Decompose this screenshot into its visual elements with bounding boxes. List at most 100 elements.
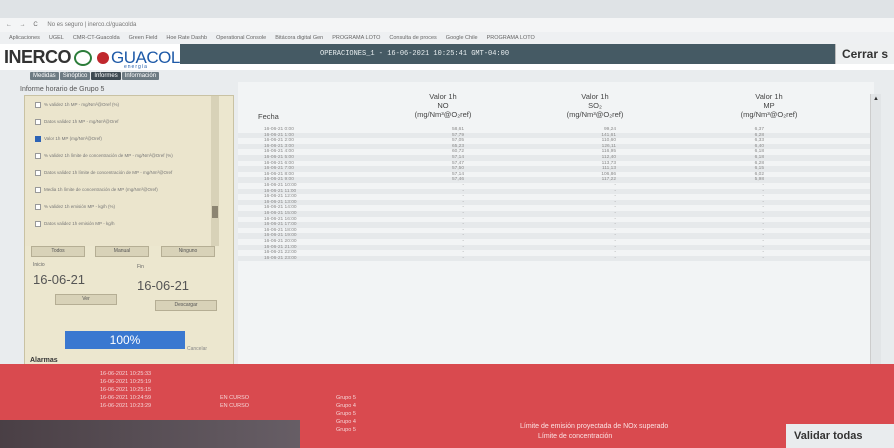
alarm-group: Grupo 4 [336, 403, 356, 409]
select-none-button[interactable]: Ninguno [161, 246, 215, 257]
bookmarks-bar: Aplicaciones UGEL CMR-CT-Guacolda Green Fie… [0, 32, 894, 44]
download-button[interactable]: Descargar [155, 300, 217, 311]
bookmark-item[interactable]: Bitácora digital Gen [275, 35, 323, 41]
status-line: OPERACIONES_1 - 16-06-2021 10:25:41 GMT-… [320, 50, 510, 58]
alarm-times: 16-06-2021 10:25:33 16-06-2021 10:25:19 16… [100, 370, 151, 410]
back-icon[interactable]: ← [6, 18, 12, 32]
cell-no: - [462, 255, 464, 261]
checklist-item-label: Datos validez 1h emisión MP - kg/h [44, 221, 115, 226]
start-date-label: Inicio [33, 262, 45, 268]
end-date-label: Fin [137, 264, 144, 270]
breadcrumb: Informe horario de Grupo 5 [20, 86, 105, 93]
checkbox-icon[interactable] [35, 203, 41, 210]
bookmark-item[interactable]: CMR-CT-Guacolda [73, 35, 120, 41]
checklist-item[interactable]: Datos validez 1h límite de concentración… [25, 164, 211, 181]
menu-informacion[interactable]: Información [121, 72, 160, 80]
select-all-button[interactable]: Todos [31, 246, 85, 257]
bookmark-item[interactable]: Operational Console [216, 35, 266, 41]
menu-medidas[interactable]: Medidas [30, 72, 59, 80]
browser-address-bar[interactable]: ← → C No es seguro | inerco.cl/guacolda [0, 18, 894, 32]
checklist-scrollbar[interactable] [211, 96, 219, 246]
checkbox-icon[interactable] [35, 220, 41, 227]
checklist-item-label: Media 1h límite de concentración de MP (… [44, 187, 158, 192]
checkbox-icon[interactable] [35, 101, 41, 108]
start-date-input[interactable]: 16-06-21 [33, 272, 85, 287]
reload-icon[interactable]: C [33, 18, 37, 32]
cell-so2: - [614, 255, 616, 261]
checklist-item-label: Valor 1h MP (mg/Nm³@Oref) [44, 136, 102, 141]
guacolda-dot-icon [97, 52, 110, 65]
checklist-item-label: Datos validez 1h límite de concentración… [44, 170, 173, 175]
checklist-item[interactable]: % validez 1h emisión MP - kg/h (%) [25, 198, 211, 215]
bookmark-item[interactable]: Hoe Rate Dashb [166, 35, 207, 41]
alarm-message-1: Límite de emisión proyectada de NOx supe… [520, 423, 669, 430]
screen: ← → C No es seguro | inerco.cl/guacolda … [0, 0, 894, 448]
progress-bar: 100% [65, 331, 185, 349]
checklist-item-label: Datos validez 1h MP - mg/Nm³@Oref [44, 119, 119, 124]
table-row: 16-06-21 23:00 - - - [238, 255, 874, 262]
checkbox-icon[interactable] [35, 169, 41, 176]
checklist-item[interactable]: Valor 1h MP (mg/Nm³@Oref) [25, 130, 211, 147]
bookmark-item[interactable]: Consulta de proces [389, 35, 436, 41]
checklist-item[interactable]: Media 1h límite de concentración de MP (… [25, 181, 211, 198]
bookmark-item[interactable]: Green Field [129, 35, 158, 41]
checklist-item-label: % validez 1h MP - mg/Nm³@Oref (%) [44, 102, 119, 107]
alarm-time: 16-06-2021 10:25:33 [100, 371, 152, 377]
alarm-time: 16-06-2021 10:24:59 [100, 395, 152, 401]
checkbox-checked-icon[interactable] [35, 135, 41, 142]
checklist-item[interactable]: Datos validez 1h MP - mg/Nm³@Oref [25, 113, 211, 130]
scroll-up-icon[interactable]: ▲ [873, 96, 879, 102]
checklist-item[interactable]: % validez 1h límite de concentración de … [25, 147, 211, 164]
alarms-title: Alarmas [30, 357, 58, 364]
leaf-icon [74, 50, 93, 67]
alarm-group: Grupo 4 [336, 419, 356, 425]
checkbox-icon[interactable] [35, 118, 41, 125]
cell-mp: - [762, 255, 764, 261]
checkbox-icon[interactable] [35, 186, 41, 193]
checkbox-icon[interactable] [35, 152, 41, 159]
checklist-item[interactable]: Datos validez 1h emisión MP - kg/h [25, 215, 211, 232]
selection-buttons: Todos Manual Ninguno [31, 246, 217, 258]
logo: INERCO GUACOLDA energía [4, 47, 203, 70]
alarm-groups: Grupo 5 Grupo 4 Grupo 5 Grupo 4 Grupo 5 [336, 394, 356, 434]
alarm-time: 16-06-2021 10:25:15 [100, 387, 152, 393]
scroll-thumb[interactable] [212, 206, 218, 218]
browser-tab-bar [0, 0, 894, 18]
bookmark-item[interactable]: PROGRAMA LOTO [332, 35, 380, 41]
forward-icon[interactable]: → [20, 18, 26, 32]
alarm-time: 16-06-2021 10:23:29 [100, 403, 152, 409]
bookmark-item[interactable]: UGEL [49, 35, 64, 41]
manual-button[interactable]: Manual [95, 246, 149, 257]
alarm-group: Grupo 5 [336, 427, 356, 433]
alarm-states: EN CURSO EN CURSO [220, 394, 249, 410]
menu-informes[interactable]: Informes [91, 72, 121, 80]
checklist-item[interactable]: % validez 1h MP - mg/Nm³@Oref (%) [25, 96, 211, 113]
end-date-input[interactable]: 16-06-21 [137, 278, 189, 293]
laptop-bezel [0, 420, 300, 448]
alarm-message-2: Límite de concentración [538, 433, 613, 440]
bookmark-item[interactable]: Aplicaciones [9, 35, 40, 41]
header-fecha: Fecha [258, 112, 279, 121]
alarm-time: 16-06-2021 10:25:19 [100, 379, 152, 385]
view-button[interactable]: Ver [55, 294, 117, 305]
header-so2: Valor 1h SO₂ (mg/Nm³@O₂ref) [566, 92, 624, 119]
url-text[interactable]: No es seguro | inerco.cl/guacolda [47, 18, 136, 32]
header-mp: Valor 1h MP (mg/Nm³@O₂ref) [740, 92, 798, 119]
variable-checklist: % validez 1h MP - mg/Nm³@Oref (%) Datos v… [25, 96, 211, 246]
validate-all-button[interactable]: Validar todas [786, 424, 894, 448]
alarm-state: EN CURSO [220, 395, 250, 401]
bookmark-item[interactable]: PROGRAMA LOTO [487, 35, 535, 41]
cancel-button[interactable]: Cancelar [187, 346, 207, 352]
alarm-group: Grupo 5 [336, 411, 356, 417]
close-session-button[interactable]: Cerrar s [834, 44, 894, 64]
report-config-panel: % validez 1h MP - mg/Nm³@Oref (%) Datos v… [24, 95, 234, 367]
checklist-item-label: % validez 1h emisión MP - kg/h (%) [44, 204, 115, 209]
cell-fecha: 16-06-21 23:00 [264, 255, 297, 261]
status-title-bar: OPERACIONES_1 - 16-06-2021 10:25:41 GMT-… [180, 44, 894, 64]
alarm-group: Grupo 5 [336, 395, 356, 401]
menu-sinoptico[interactable]: Sinóptico [59, 72, 91, 80]
header-no: Valor 1h NO (mg/Nm³@O₂ref) [414, 92, 472, 119]
main-menu: Medidas Sinóptico Informes Información [30, 72, 160, 82]
bookmark-item[interactable]: Google Chile [446, 35, 478, 41]
alarm-state: EN CURSO [220, 403, 250, 409]
